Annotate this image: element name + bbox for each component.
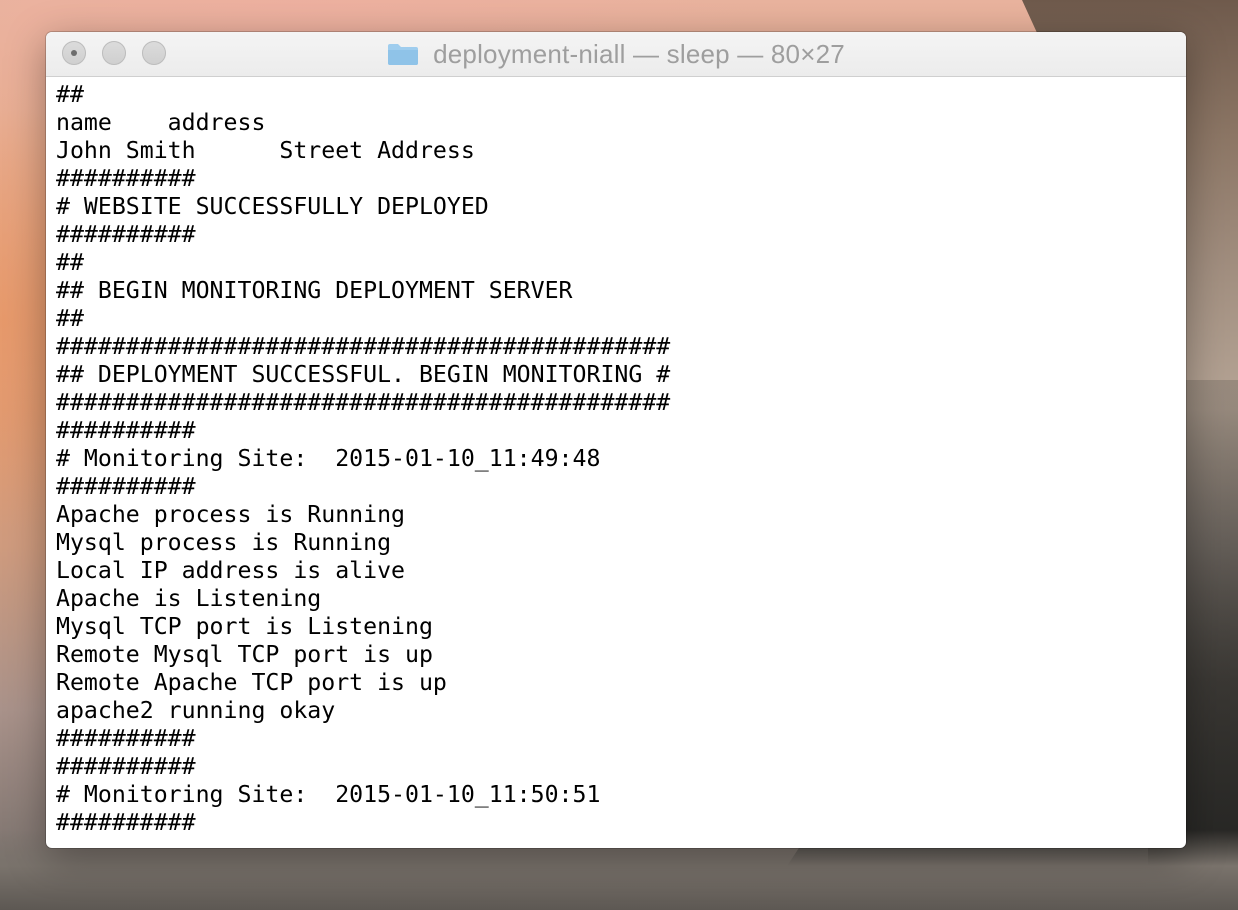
terminal-line: John Smith Street Address [56,137,475,164]
window-title-text: deployment-niall — sleep — 80×27 [433,38,845,69]
terminal-line: Apache process is Running [56,501,406,528]
terminal-line: # Monitoring Site: 2015-01-10_11:50:51 [56,781,601,808]
terminal-line: ## DEPLOYMENT SUCCESSFUL. BEGIN MONITORI… [56,361,671,388]
terminal-line: ########## [56,165,196,192]
window-titlebar[interactable]: deployment-niall — sleep — 80×27 [46,32,1186,77]
terminal-line: # WEBSITE SUCCESSFULLY DEPLOYED [56,193,489,220]
terminal-line: ########## [56,753,196,780]
terminal-line: ## [56,81,84,108]
terminal-line: ########## [56,417,196,444]
terminal-line: ########################################… [56,333,671,360]
terminal-window[interactable]: deployment-niall — sleep — 80×27 ## name … [46,32,1186,848]
terminal-line: ## [56,305,84,332]
terminal-line: Remote Mysql TCP port is up [56,641,433,668]
terminal-line: Mysql process is Running [56,529,392,556]
terminal-line: apache2 running okay [56,697,336,724]
terminal-line: ########## [56,473,196,500]
terminal-output[interactable]: ## name address John Smith Street Address #… [46,77,1186,837]
terminal-line: Remote Apache TCP port is up [56,669,447,696]
terminal-line: ########## [56,221,196,248]
folder-icon [387,42,419,66]
terminal-line: ########## [56,809,196,836]
terminal-line: Mysql TCP port is Listening [56,613,433,640]
terminal-line: # Monitoring Site: 2015-01-10_11:49:48 [56,445,601,472]
terminal-line: ## BEGIN MONITORING DEPLOYMENT SERVER [56,277,573,304]
terminal-line: ########## [56,725,196,752]
terminal-line: Apache is Listening [56,585,322,612]
terminal-line: Local IP address is alive [56,557,406,584]
terminal-line: ## [56,249,84,276]
window-title: deployment-niall — sleep — 80×27 [46,32,1186,76]
terminal-line: ########################################… [56,389,671,416]
terminal-line: name address [56,109,266,136]
